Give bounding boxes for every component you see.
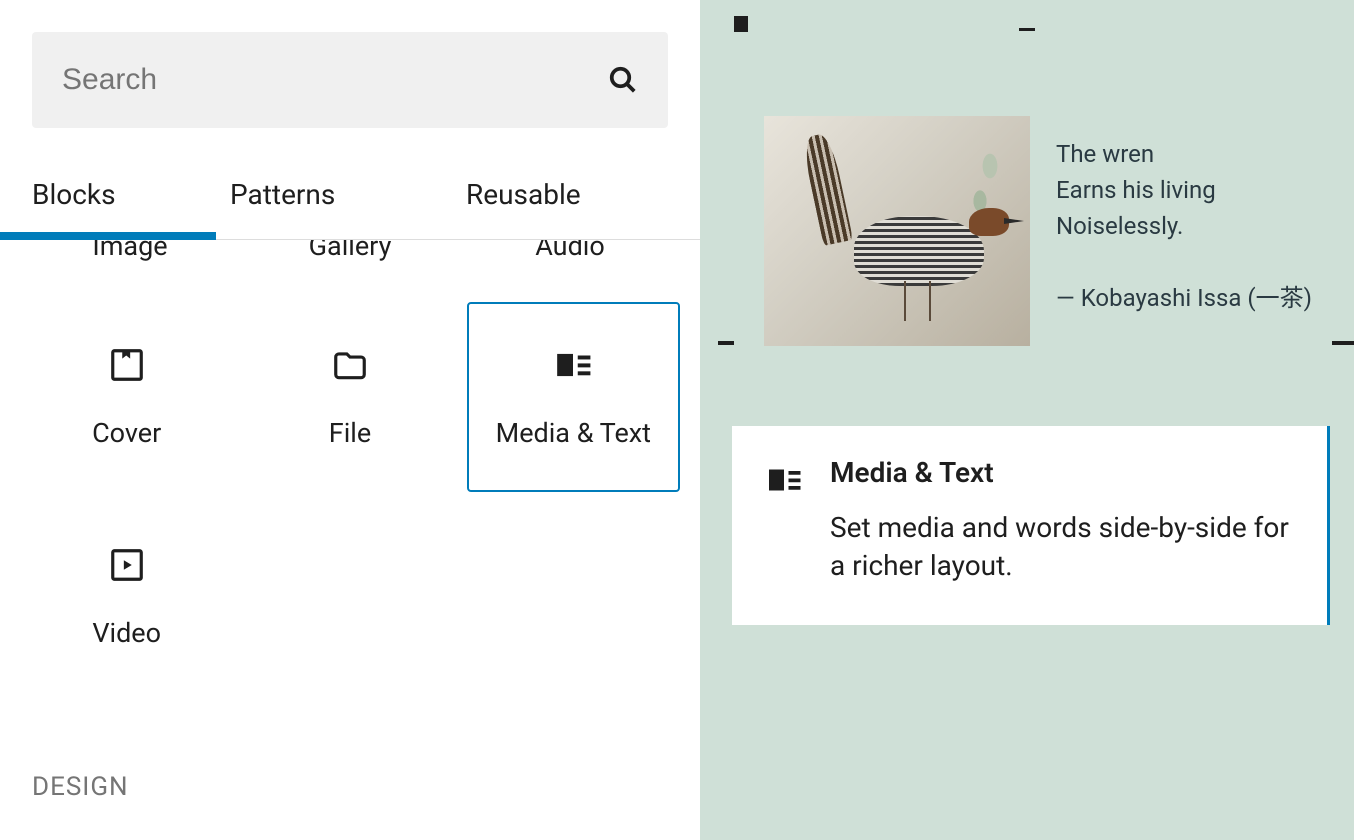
resize-handle-top[interactable] [1019,28,1035,31]
video-icon [107,545,147,585]
bookmark-icon [734,16,748,32]
tab-patterns[interactable]: Patterns [230,158,466,239]
description-body: Set media and words side-by-side for a r… [830,509,1293,585]
block-label: Video [92,617,161,649]
section-heading-design: DESIGN [0,692,700,802]
search-icon [608,65,638,95]
block-row-partial: Image Gallery Audio [0,240,700,262]
search-box[interactable] [32,32,668,128]
poem-line-3: Noiselessly. [1056,208,1312,244]
bird-tail [801,132,853,246]
search-input[interactable] [62,63,608,97]
block-description-card: Media & Text Set media and words side-by… [732,426,1330,625]
block-item-media-text[interactable]: Media & Text [467,302,680,492]
file-icon [330,345,370,385]
block-item-file[interactable]: File [243,302,456,492]
block-inserter-panel: Blocks Patterns Reusable Image Gallery A… [0,0,700,840]
resize-handle-left[interactable] [718,341,734,345]
tab-blocks[interactable]: Blocks [0,158,230,239]
tab-reusable[interactable]: Reusable [466,158,700,239]
bird-legs [904,281,906,321]
media-text-icon [766,462,802,498]
poem-attribution: — Kobayashi Issa (一茶) [1056,280,1312,316]
media-text-icon [553,345,593,385]
block-item-cover[interactable]: Cover [20,302,233,492]
blocks-scroll-area[interactable]: Image Gallery Audio Cover [0,240,700,840]
description-content: Media & Text Set media and words side-by… [830,456,1293,585]
block-item-gallery-label[interactable]: Gallery [250,240,450,262]
block-label: Cover [92,417,161,449]
preview-image-wren [764,116,1030,346]
block-item-audio-label[interactable]: Audio [470,240,670,262]
bird-head [969,208,1009,236]
poem-line-1: The wren [1056,136,1312,172]
poem-line-2: Earns his living [1056,172,1312,208]
active-tab-indicator [0,232,216,240]
media-text-preview: The wren Earns his living Noiselessly. —… [764,116,1326,346]
resize-handle-right[interactable] [1332,341,1354,345]
preview-text: The wren Earns his living Noiselessly. —… [1056,116,1312,346]
search-container [0,0,700,128]
spacer [1056,244,1312,280]
block-item-image-label[interactable]: Image [30,240,230,262]
cover-icon [107,345,147,385]
block-label: Media & Text [496,417,651,449]
block-preview-panel: The wren Earns his living Noiselessly. —… [700,0,1354,840]
inserter-tabs: Blocks Patterns Reusable [0,158,700,240]
bird-body [854,216,984,286]
block-grid: Cover File [0,262,700,692]
block-item-video[interactable]: Video [20,502,233,692]
description-title: Media & Text [830,456,1293,489]
block-label: File [329,417,371,449]
bird-beak [1004,218,1024,224]
